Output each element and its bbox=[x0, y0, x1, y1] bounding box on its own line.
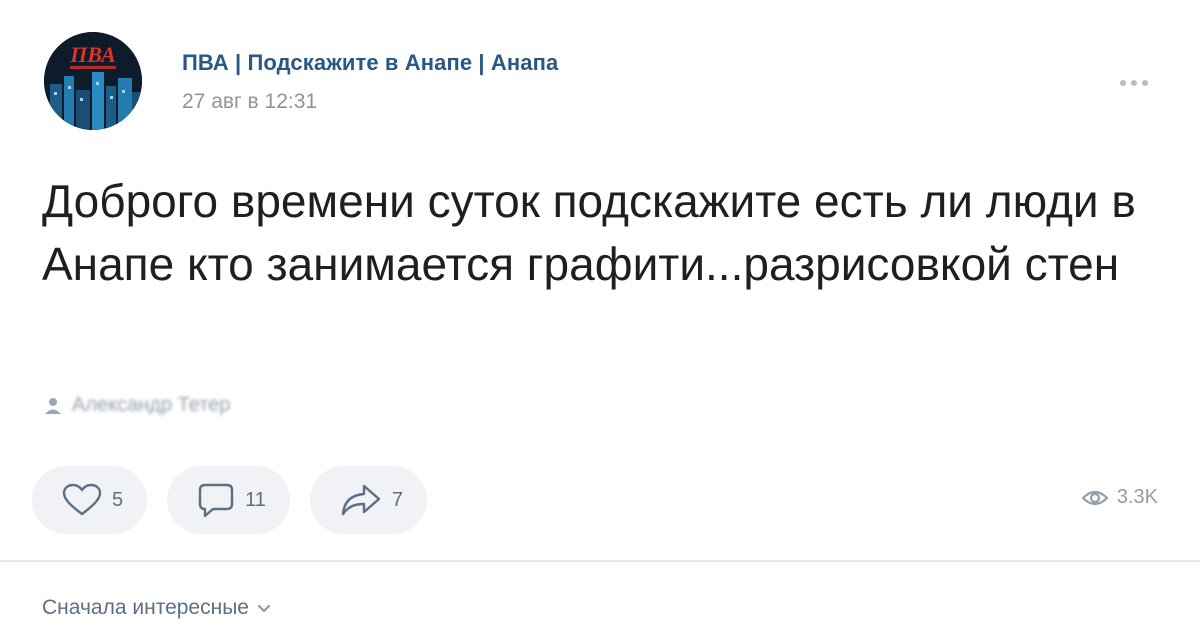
comment-icon bbox=[198, 483, 234, 518]
chevron-down-icon bbox=[258, 605, 270, 612]
group-name-link[interactable]: ПВА | Подскажите в Анапе | Анапа bbox=[182, 50, 558, 76]
like-count: 5 bbox=[112, 488, 124, 511]
like-button[interactable]: 5 bbox=[32, 466, 148, 534]
comments-sort-dropdown[interactable]: Сначала интересные bbox=[42, 596, 271, 620]
share-icon bbox=[341, 484, 381, 516]
heart-icon bbox=[62, 483, 102, 516]
post-card: ПВА ПВА | Подскажите в Анапе | Анапа 27 … bbox=[0, 0, 1200, 628]
more-options-icon[interactable] bbox=[1112, 70, 1156, 96]
share-button[interactable]: 7 bbox=[309, 466, 428, 534]
views-counter: 3.3K bbox=[1081, 486, 1158, 509]
sort-label: Сначала интересные bbox=[42, 596, 249, 619]
post-actions: 5 11 7 bbox=[32, 466, 428, 534]
author-name[interactable]: Александр Тетер bbox=[72, 394, 230, 417]
views-count: 3.3K bbox=[1116, 486, 1158, 508]
share-count: 7 bbox=[391, 488, 404, 511]
comment-count: 11 bbox=[245, 488, 266, 511]
post-date[interactable]: 27 авг в 12:31 bbox=[182, 90, 317, 114]
user-icon bbox=[45, 397, 61, 414]
eye-icon bbox=[1081, 490, 1109, 505]
avatar-image: ПВА bbox=[44, 32, 142, 130]
avatar-logo-text: ПВА bbox=[69, 42, 116, 67]
post-author-signature[interactable]: Александр Тетер bbox=[42, 394, 230, 417]
comment-button[interactable]: 11 bbox=[167, 466, 290, 534]
post-text: Доброго времени суток подскажите есть ли… bbox=[42, 175, 1136, 290]
group-avatar[interactable]: ПВА bbox=[44, 32, 142, 130]
divider bbox=[0, 560, 1200, 562]
